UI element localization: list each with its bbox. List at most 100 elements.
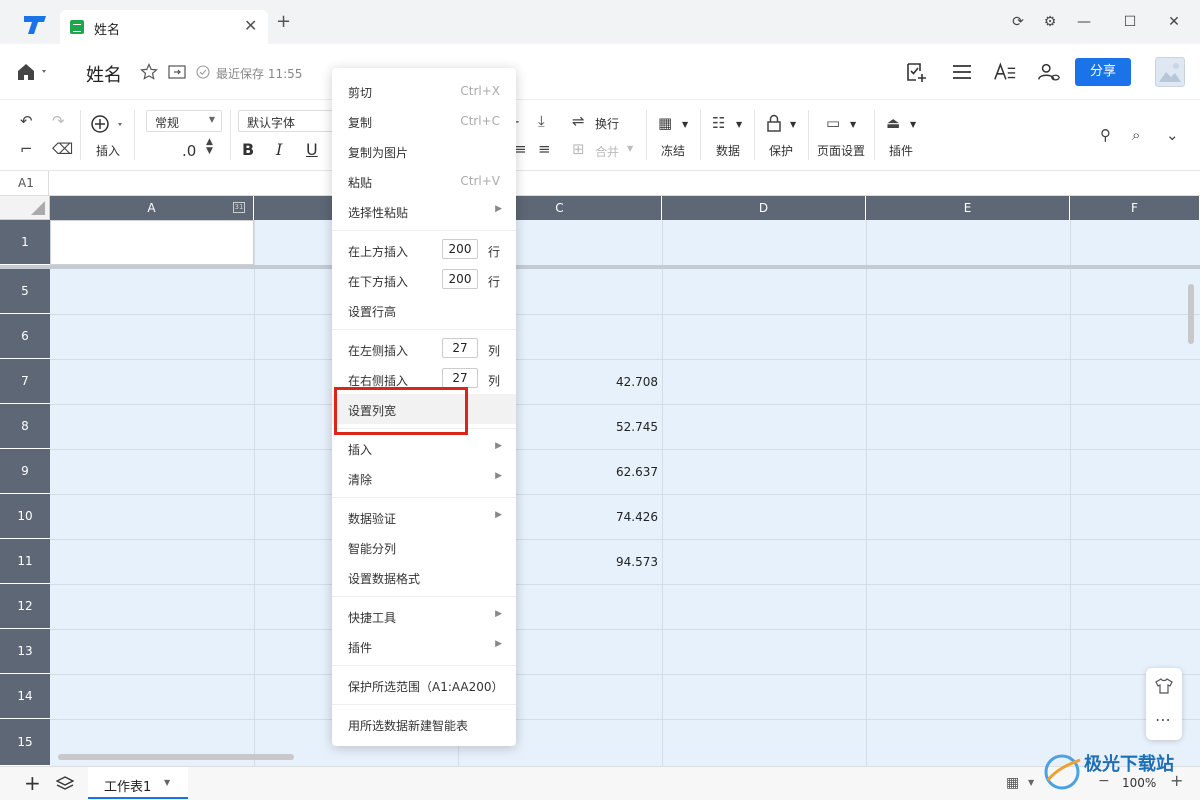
menu-item-insert-below[interactable]: 在下方插入 200 行 [332, 265, 516, 295]
row-header-12[interactable]: 12 [0, 584, 50, 629]
undo-icon[interactable]: ↶ [20, 112, 33, 130]
lock-icon[interactable] [766, 114, 782, 132]
underline-button[interactable]: U [306, 140, 318, 159]
menu-item-paste[interactable]: 粘贴 Ctrl+V [332, 166, 516, 196]
data-icon[interactable]: ☷ [712, 114, 725, 132]
document-title[interactable]: 姓名 [86, 61, 122, 87]
merge-chevron-icon[interactable]: ▼ [627, 144, 633, 153]
menu-item-set-data-format[interactable]: 设置数据格式 [332, 562, 516, 592]
shirt-icon[interactable] [1155, 678, 1173, 694]
freeze-chevron-icon[interactable]: ▼ [682, 120, 688, 129]
data-label[interactable]: 数据 [716, 142, 740, 159]
plugin-label[interactable]: 插件 [889, 142, 913, 159]
maximize-icon[interactable]: ☐ [1120, 12, 1140, 32]
menu-icon[interactable] [950, 60, 974, 84]
row-header-1[interactable]: 1 [0, 220, 50, 265]
number-format-select[interactable]: 常规 ▼ [146, 110, 222, 132]
cell-reference[interactable]: A1 [18, 176, 34, 190]
protect-label[interactable]: 保护 [769, 142, 793, 159]
row-header-14[interactable]: 14 [0, 674, 50, 719]
italic-button[interactable]: I [276, 140, 282, 159]
add-sheet-icon[interactable]: + [24, 771, 41, 795]
app-logo-icon[interactable] [22, 14, 48, 36]
align-justify-icon[interactable]: ≡ [538, 140, 551, 158]
row-header-8[interactable]: 8 [0, 404, 50, 449]
page-setup-label[interactable]: 页面设置 [817, 142, 865, 159]
menu-item-cut[interactable]: 剪切 Ctrl+X [332, 76, 516, 106]
new-tab-button[interactable]: + [276, 13, 291, 31]
menu-item-copy-as-image[interactable]: 复制为图片 [332, 136, 516, 166]
row-header-5[interactable]: 5 [0, 269, 50, 314]
menu-item-copy[interactable]: 复制 Ctrl+C [332, 106, 516, 136]
spreadsheet-grid[interactable]: A 31 B C D E F 1 5 6 7 8 9 10 11 12 13 1… [0, 196, 1200, 766]
freeze-label[interactable]: 冻结 [661, 142, 685, 159]
sheet-tab-1[interactable]: 工作表1 ▼ [88, 767, 188, 799]
wrap-label[interactable]: 换行 [595, 115, 619, 132]
column-header-f[interactable]: F [1070, 196, 1200, 220]
menu-item-insert-left[interactable]: 在左侧插入 27 列 [332, 334, 516, 364]
align-bottom-icon[interactable]: ⤓ [538, 112, 545, 130]
star-icon[interactable] [140, 63, 158, 81]
insert-plus-icon[interactable] [90, 114, 126, 134]
vertical-scrollbar[interactable] [1188, 284, 1194, 344]
menu-item-new-smart-table[interactable]: 用所选数据新建智能表 [332, 709, 516, 739]
view-mode-chevron-icon[interactable]: ▼ [1028, 778, 1034, 787]
protect-chevron-icon[interactable]: ▼ [790, 120, 796, 129]
user-permission-icon[interactable] [1037, 60, 1061, 84]
menu-item-protect-range[interactable]: 保护所选范围（A1:AA200） [332, 670, 516, 700]
menu-item-quick-tools[interactable]: 快捷工具 ▶ [332, 601, 516, 631]
menu-item-smart-split[interactable]: 智能分列 [332, 532, 516, 562]
freeze-icon[interactable]: ▦ [658, 114, 672, 132]
more-options-icon[interactable]: ⋯ [1155, 710, 1171, 729]
column-header-e[interactable]: E [866, 196, 1070, 220]
document-tab[interactable]: 姓名 ✕ [60, 10, 268, 44]
minimize-icon[interactable]: — [1074, 12, 1094, 32]
insert-right-count-input[interactable]: 27 [442, 368, 478, 388]
menu-item-clear[interactable]: 清除 ▶ [332, 463, 516, 493]
task-check-icon[interactable] [904, 60, 928, 84]
menu-item-data-validation[interactable]: 数据验证 ▶ [332, 502, 516, 532]
insert-below-count-input[interactable]: 200 [442, 269, 478, 289]
view-mode-icon[interactable]: ▦ [1006, 775, 1019, 791]
window-close-icon[interactable]: ✕ [1164, 12, 1184, 32]
row-header-15[interactable]: 15 [0, 719, 50, 766]
merge-label[interactable]: 合并 [595, 143, 619, 160]
search-icon[interactable]: ⌕ [1132, 126, 1140, 144]
menu-item-set-row-height[interactable]: 设置行高 [332, 295, 516, 325]
collapse-toolbar-icon[interactable]: ⌄ [1166, 126, 1179, 144]
insert-above-count-input[interactable]: 200 [442, 239, 478, 259]
row-header-9[interactable]: 9 [0, 449, 50, 494]
row-header-11[interactable]: 11 [0, 539, 50, 584]
column-header-a[interactable]: A [50, 196, 254, 220]
redo-icon[interactable]: ↷ [52, 112, 65, 130]
menu-item-plugins[interactable]: 插件 ▶ [332, 631, 516, 661]
format-painter-icon[interactable]: ⌐ [20, 140, 33, 158]
sheet-layers-icon[interactable] [56, 776, 74, 792]
merge-cells-icon[interactable]: ⊞ [572, 140, 585, 158]
page-setup-icon[interactable]: ▭ [826, 114, 840, 132]
sync-icon[interactable]: ⟳ [1008, 12, 1028, 32]
page-setup-chevron-icon[interactable]: ▼ [850, 120, 856, 129]
row-header-7[interactable]: 7 [0, 359, 50, 404]
close-tab-icon[interactable]: ✕ [244, 16, 257, 35]
settings-icon[interactable]: ⚙ [1040, 12, 1060, 32]
avatar[interactable] [1155, 57, 1185, 87]
wrap-text-icon[interactable]: ⇌ [572, 112, 585, 130]
move-to-folder-icon[interactable] [168, 64, 186, 80]
brush-icon[interactable]: ⚲ [1100, 126, 1111, 144]
selection-area[interactable] [50, 220, 1200, 766]
select-all-corner[interactable] [0, 196, 50, 220]
menu-item-paste-special[interactable]: 选择性粘贴 ▶ [332, 196, 516, 226]
plugin-icon[interactable]: ⏏ [886, 114, 900, 132]
freeze-divider[interactable] [0, 265, 1200, 269]
share-button[interactable]: 分享 [1075, 58, 1131, 86]
row-header-13[interactable]: 13 [0, 629, 50, 674]
horizontal-scrollbar[interactable] [58, 754, 294, 760]
decimal-button[interactable]: .0 [182, 142, 196, 160]
active-cell-a1[interactable] [50, 220, 254, 265]
data-chevron-icon[interactable]: ▼ [736, 120, 742, 129]
eraser-icon[interactable]: ⌫ [52, 140, 73, 158]
menu-item-insert[interactable]: 插入 ▶ [332, 433, 516, 463]
insert-label[interactable]: 插入 [96, 142, 120, 159]
decimal-stepper-icon[interactable]: ▲ ▼ [206, 138, 213, 156]
